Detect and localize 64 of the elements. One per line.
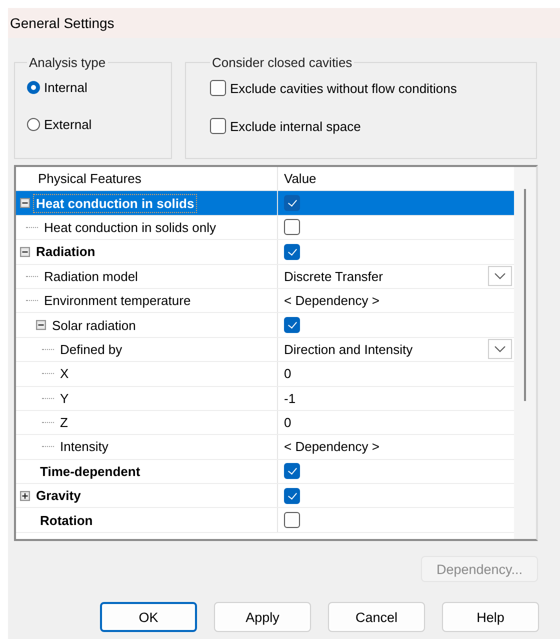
checkbox[interactable] [284, 219, 300, 236]
checkbox-label[interactable]: Exclude cavities without flow conditions [230, 80, 457, 96]
radio-button[interactable] [27, 81, 40, 94]
collapse-icon[interactable] [36, 320, 46, 330]
feature-label: Environment temperature [43, 292, 192, 310]
collapse-icon[interactable] [20, 246, 30, 257]
checkbox[interactable] [284, 512, 300, 528]
grid-row[interactable]: Intensity < Dependency > [16, 435, 514, 460]
scrollbar[interactable] [514, 167, 536, 539]
grid-row[interactable]: Rotation [16, 508, 514, 533]
grid-row[interactable]: Z 0 [16, 410, 514, 436]
radio-label[interactable]: Internal [44, 80, 88, 95]
radio-button[interactable] [27, 118, 40, 131]
checkbox[interactable] [284, 244, 300, 260]
feature-label: Solar radiation [51, 316, 137, 334]
feature-label: Rotation [39, 512, 94, 529]
checkbox-label[interactable]: Exclude internal space [230, 118, 361, 134]
feature-label: Z [59, 414, 69, 432]
grid-row[interactable]: X 0 [16, 362, 514, 387]
checkbox[interactable] [210, 80, 226, 96]
grid-row[interactable]: Environment temperature < Dependency > [16, 288, 514, 314]
feature-label: X [59, 365, 70, 382]
feature-label: Defined by [59, 340, 124, 358]
feature-label: Intensity [59, 438, 110, 456]
grid-row[interactable]: Radiation [16, 240, 514, 265]
group-label: Consider closed cavities [211, 55, 354, 70]
checkbox[interactable] [210, 118, 226, 134]
value-text: < Dependency > [284, 293, 380, 308]
value-text[interactable]: Direction and Intensity [284, 342, 488, 357]
column-header: Physical Features [38, 171, 142, 186]
expand-icon[interactable] [20, 490, 30, 501]
column-header: Value [284, 171, 316, 186]
grid-row[interactable]: Defined by Direction and Intensity [16, 338, 514, 362]
value-text: < Dependency > [284, 439, 380, 454]
window-title: General Settings [10, 15, 114, 31]
group-label: Analysis type [28, 55, 107, 70]
value-text: 0 [284, 366, 292, 382]
collapse-icon[interactable] [20, 198, 30, 208]
feature-label: Heat conduction in solids [34, 194, 196, 212]
dialog-button[interactable]: Help [442, 602, 539, 632]
feature-label: Y [59, 390, 70, 407]
grid-row[interactable]: Heat conduction in solids only [16, 216, 514, 240]
dialog-button[interactable]: Apply [214, 602, 311, 632]
checkbox[interactable] [284, 463, 300, 480]
feature-label: Radiation model [43, 268, 139, 285]
checkbox[interactable] [284, 317, 300, 334]
grid-row[interactable]: Time-dependent [16, 460, 514, 484]
feature-label: Gravity [35, 487, 82, 504]
checkbox[interactable] [284, 195, 300, 212]
dialog-button[interactable]: Cancel [328, 602, 425, 632]
feature-label: Heat conduction in solids only [43, 218, 217, 236]
dialog-button[interactable]: OK [100, 602, 197, 632]
feature-label: Radiation [35, 243, 96, 260]
radio-label[interactable]: External [44, 117, 92, 132]
grid-row[interactable]: Y -1 [16, 386, 514, 411]
checkbox[interactable] [284, 488, 300, 504]
grid-row[interactable]: Radiation model Discrete Transfer [16, 264, 514, 289]
value-text[interactable]: Discrete Transfer [284, 268, 488, 284]
value-text: -1 [284, 390, 297, 406]
grid-row[interactable]: Solar radiation [16, 313, 514, 338]
grid-row[interactable]: Gravity [16, 484, 514, 508]
grid-row[interactable]: Heat conduction in solids [16, 191, 514, 216]
value-text: 0 [284, 415, 292, 430]
feature-label: Time-dependent [39, 462, 142, 480]
